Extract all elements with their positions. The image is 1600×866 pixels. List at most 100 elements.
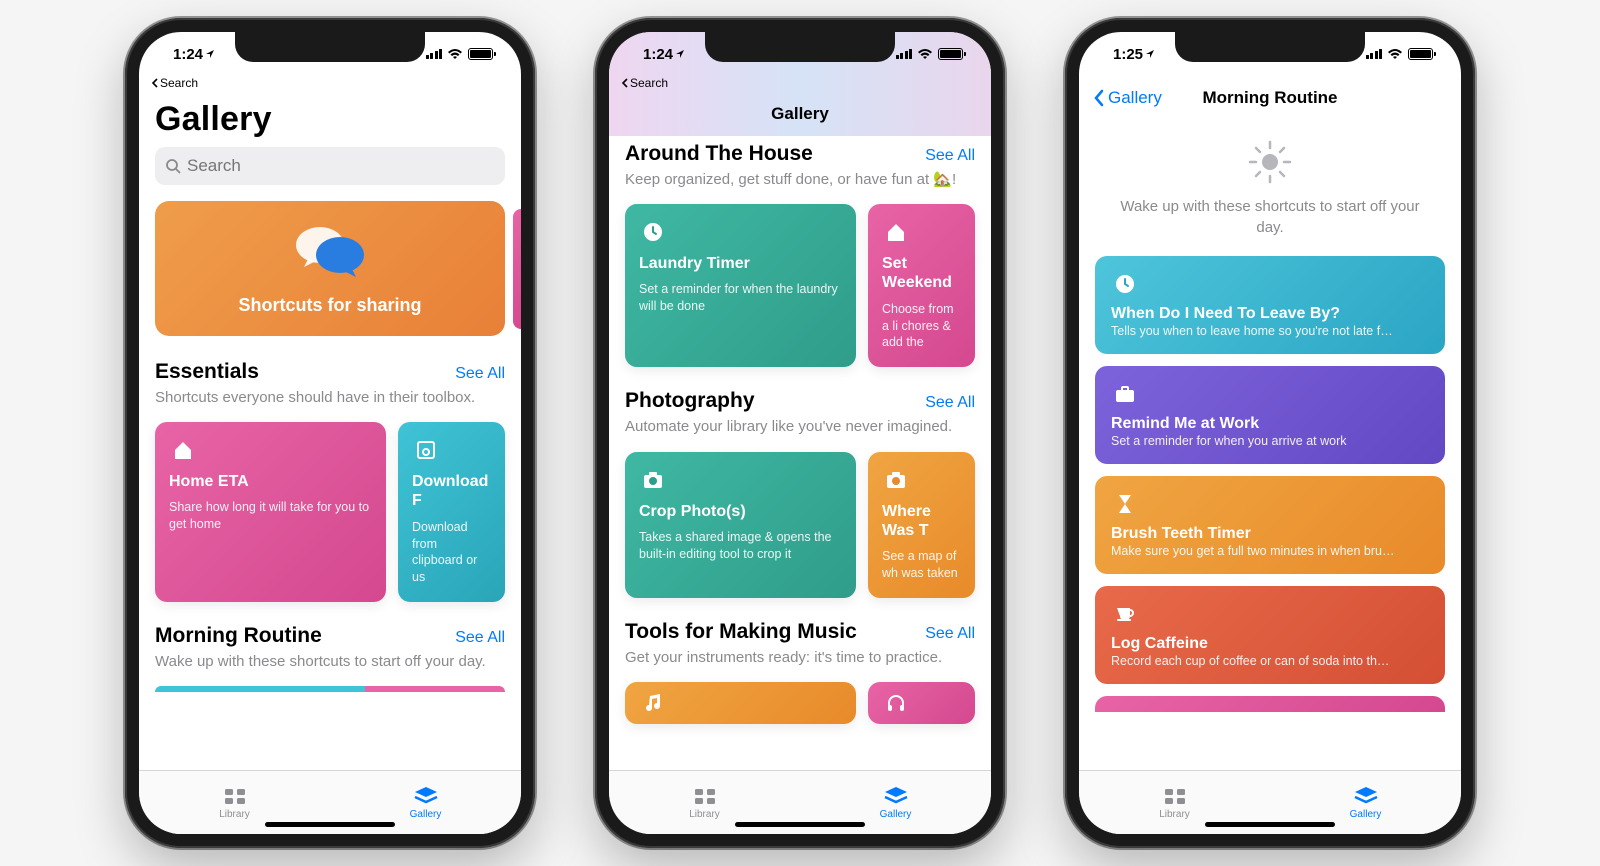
section-head-essentials: Essentials See All (155, 360, 505, 384)
nav-bar: Gallery Morning Routine (1079, 76, 1461, 120)
card-download[interactable]: Download F Download from clipboard or us (398, 422, 505, 602)
shortcut-remind-work[interactable]: Remind Me at Work Set a reminder for whe… (1095, 366, 1445, 464)
camera-icon (882, 466, 910, 494)
phone-frame: 1:24 Search Gallery (595, 18, 1005, 848)
signal-icon (896, 49, 913, 59)
phone-frame: 1:24 Search Gallery (125, 18, 535, 848)
search-icon (165, 158, 181, 174)
hero-title: Shortcuts for sharing (171, 295, 489, 316)
card-title: When Do I Need To Leave By? (1111, 304, 1429, 323)
scroll-view[interactable]: Gallery Shortcuts for sharing Essential (139, 92, 521, 770)
essentials-cards: Home ETA Share how long it will take for… (155, 422, 505, 602)
shortcut-brush-teeth[interactable]: Brush Teeth Timer Make sure you get a fu… (1095, 476, 1445, 574)
phone-gallery-scroll: 1:24 Search Gallery (595, 18, 1005, 848)
time-label: 1:24 (643, 46, 673, 63)
card-subtitle: See a map of wh was taken (882, 548, 961, 582)
status-time: 1:24 (643, 46, 685, 63)
chat-icon (171, 223, 489, 281)
screen: 1:25 Gallery Morning Routine (1079, 32, 1461, 834)
card-weekend[interactable]: Set Weekend Choose from a li chores & ad… (868, 204, 975, 367)
library-icon (222, 785, 248, 807)
card-title: Remind Me at Work (1111, 414, 1429, 433)
card-title: Brush Teeth Timer (1111, 524, 1429, 543)
location-icon (1145, 49, 1155, 59)
card-music-2[interactable] (868, 682, 975, 724)
back-label: Search (160, 76, 198, 90)
phone-morning-routine: 1:25 Gallery Morning Routine (1065, 18, 1475, 848)
content: Gallery Shortcuts for sharing Essential (139, 92, 521, 770)
location-icon (205, 49, 215, 59)
battery-icon (938, 48, 963, 60)
battery-icon (1408, 48, 1433, 60)
home-indicator[interactable] (1205, 822, 1335, 827)
photo-cards: Crop Photo(s) Takes a shared image & ope… (625, 452, 975, 598)
shortcut-log-caffeine[interactable]: Log Caffeine Record each cup of coffee o… (1095, 586, 1445, 684)
home-icon (882, 218, 910, 246)
tab-label: Gallery (880, 809, 912, 820)
phone-gallery-main: 1:24 Search Gallery (125, 18, 535, 848)
time-label: 1:25 (1113, 46, 1143, 63)
card-music-1[interactable] (625, 682, 856, 724)
shortcut-peek (1095, 696, 1445, 712)
clock-icon (1111, 270, 1139, 298)
search-input[interactable] (187, 156, 495, 176)
see-all-button[interactable]: See All (925, 394, 975, 412)
card-title: Log Caffeine (1111, 634, 1429, 653)
nav-title: Gallery (609, 104, 991, 124)
card-where[interactable]: Where Was T See a map of wh was taken (868, 452, 975, 598)
card-title: Crop Photo(s) (639, 502, 842, 521)
section-title: Around The House (625, 142, 813, 166)
card-subtitle: Download from clipboard or us (412, 519, 491, 587)
signal-icon (426, 49, 443, 59)
status-icons (896, 48, 964, 60)
section-sub: Wake up with these shortcuts to start of… (155, 652, 505, 672)
home-indicator[interactable] (265, 822, 395, 827)
see-all-button[interactable]: See All (455, 365, 505, 383)
sun-icon (1095, 120, 1445, 196)
section-sub: Get your instruments ready: it's time to… (625, 648, 975, 668)
card-title: Where Was T (882, 502, 961, 540)
see-all-button[interactable]: See All (925, 147, 975, 165)
card-title: Download F (412, 472, 491, 510)
card-laundry[interactable]: Laundry Timer Set a reminder for when th… (625, 204, 856, 367)
scroll-view[interactable]: Wake up with these shortcuts to start of… (1079, 120, 1461, 770)
back-button[interactable]: Gallery (1093, 88, 1162, 108)
cup-icon (1111, 600, 1139, 628)
card-subtitle: Share how long it will take for you to g… (169, 499, 372, 533)
morning-cards-peek (155, 686, 505, 692)
tab-label: Library (219, 809, 250, 820)
screen: 1:24 Search Gallery (609, 32, 991, 834)
scroll-view[interactable]: Around The House See All Keep organized,… (609, 136, 991, 770)
page-title: Gallery (155, 92, 505, 147)
section-sub: Shortcuts everyone should have in their … (155, 388, 505, 408)
library-icon (1162, 785, 1188, 807)
headphone-icon (882, 692, 910, 714)
disk-icon (412, 436, 440, 464)
briefcase-icon (1111, 380, 1139, 408)
chevron-left-icon (1093, 89, 1104, 107)
card-crop[interactable]: Crop Photo(s) Takes a shared image & ope… (625, 452, 856, 598)
hero-card[interactable]: Shortcuts for sharing (155, 201, 505, 336)
around-cards: Laundry Timer Set a reminder for when th… (625, 204, 975, 367)
shortcut-leave-by[interactable]: When Do I Need To Leave By? Tells you wh… (1095, 256, 1445, 354)
tab-label: Library (1159, 809, 1190, 820)
card-title: Laundry Timer (639, 254, 842, 273)
home-indicator[interactable] (735, 822, 865, 827)
gallery-icon (1353, 785, 1379, 807)
signal-icon (1366, 49, 1383, 59)
section-sub: Automate your library like you've never … (625, 417, 975, 437)
card-title: Home ETA (169, 472, 372, 491)
chevron-left-icon (621, 78, 628, 88)
back-to-search[interactable]: Search (139, 76, 521, 92)
tab-label: Gallery (410, 809, 442, 820)
section-title: Essentials (155, 360, 259, 384)
card-subtitle: Takes a shared image & opens the built-i… (639, 529, 842, 563)
back-to-search[interactable]: Search (609, 76, 991, 92)
camera-icon (639, 466, 667, 494)
content: Around The House See All Keep organized,… (609, 136, 991, 770)
card-home-eta[interactable]: Home ETA Share how long it will take for… (155, 422, 386, 602)
home-icon (169, 436, 197, 464)
see-all-button[interactable]: See All (455, 629, 505, 647)
search-field[interactable] (155, 147, 505, 185)
see-all-button[interactable]: See All (925, 625, 975, 643)
